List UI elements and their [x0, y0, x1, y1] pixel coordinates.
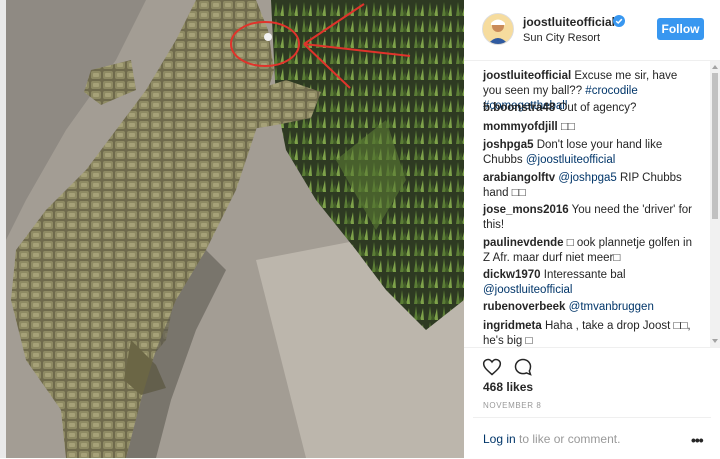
post-photo[interactable] — [6, 0, 464, 458]
post-username[interactable]: joostluiteofficial — [523, 15, 615, 29]
scroll-down-arrow-icon[interactable] — [712, 339, 718, 343]
heart-icon[interactable] — [482, 357, 502, 377]
post-date: NOVEMBER 8 — [483, 401, 542, 410]
post-footer: Log in to like or comment. ••• — [473, 417, 711, 459]
comment-item: jose_mons2016 You need the 'driver' for … — [483, 203, 698, 233]
comment-text: Interessante bal — [543, 269, 626, 281]
comment-item: joshpga5 Don't lose your hand like Chubb… — [483, 138, 698, 168]
verified-badge-icon — [613, 15, 625, 27]
comment-item: dickw1970 Interessante bal @joostluiteof… — [483, 268, 698, 298]
comment-username[interactable]: joostluiteofficial — [483, 70, 571, 82]
crocodile-photo — [6, 0, 464, 458]
comments-list: joostluiteofficial Excuse me sir, have y… — [464, 61, 710, 347]
post-location[interactable]: Sun City Resort — [523, 32, 600, 44]
avatar-icon — [483, 14, 513, 44]
comment-username[interactable]: arabiangolftv — [483, 172, 555, 184]
follow-button[interactable]: Follow — [657, 18, 704, 40]
comment-text: Out of agency? — [558, 102, 637, 114]
scroll-up-arrow-icon[interactable] — [712, 65, 718, 69]
comment-item: b.boonstra48 Out of agency? — [483, 101, 698, 116]
comment-text: □□ — [560, 121, 575, 133]
comment-username[interactable]: dickw1970 — [483, 269, 541, 281]
scroll-thumb[interactable] — [712, 73, 718, 219]
comment-mention[interactable]: @tmvanbruggen — [569, 301, 654, 313]
likes-count[interactable]: 468 likes — [483, 380, 533, 394]
comment-username[interactable]: rubenoverbeek — [483, 301, 565, 313]
comments-scrollbar[interactable] — [710, 61, 720, 347]
comment-mention[interactable]: @joostluiteofficial — [526, 154, 615, 166]
comment-item: arabiangolftv @joshpga5 RIP Chubbs hand … — [483, 171, 698, 201]
login-link[interactable]: Log in — [483, 432, 516, 446]
comment-icon[interactable] — [513, 357, 533, 377]
login-prompt-text: to like or comment. — [515, 432, 621, 446]
comment-item: rubenoverbeek @tmvanbruggen — [483, 300, 698, 315]
comment-username[interactable]: ingridmeta — [483, 320, 542, 332]
more-options-icon[interactable]: ••• — [691, 432, 704, 448]
comment-username[interactable]: b.boonstra48 — [483, 102, 555, 114]
comment-item: mommyofdjill □□ — [483, 120, 698, 135]
comment-username[interactable]: mommyofdjill — [483, 121, 558, 133]
comment-item: paulinevdende □ ook plannetje golfen in … — [483, 236, 698, 266]
comment-username[interactable]: paulinevdende — [483, 237, 564, 249]
post-header: joostluiteofficial Sun City Resort Follo… — [464, 0, 720, 61]
comment-item: ingridmeta Haha , take a drop Joost □□, … — [483, 319, 698, 347]
post-details-panel: joostluiteofficial Sun City Resort Follo… — [464, 0, 720, 458]
comment-username[interactable]: jose_mons2016 — [483, 204, 569, 216]
comment-mention[interactable]: @joshpga5 — [558, 172, 616, 184]
login-prompt: Log in to like or comment. — [483, 432, 620, 446]
avatar[interactable] — [482, 13, 514, 45]
comment-mention[interactable]: @joostluiteofficial — [483, 284, 572, 296]
comment-username[interactable]: joshpga5 — [483, 139, 533, 151]
